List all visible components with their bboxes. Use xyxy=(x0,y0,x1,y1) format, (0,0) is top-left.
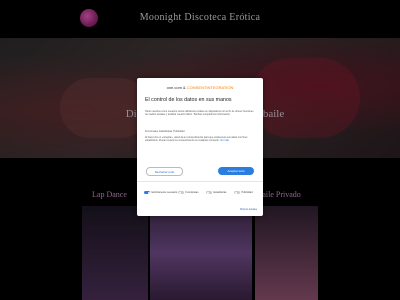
toggle-switch[interactable] xyxy=(234,191,240,194)
consent-more-link[interactable]: Ver más xyxy=(220,139,229,142)
toggle-switch[interactable] xyxy=(206,191,212,194)
toggle-label: Publicidad xyxy=(241,191,253,194)
toggle-switch[interactable] xyxy=(178,191,184,194)
consent-body: Tanto nuestros como nuestros socios util… xyxy=(145,110,254,117)
toggle-switch[interactable] xyxy=(144,191,150,194)
consent-body-2: Al hacer clic en «Aceptar», usted da su … xyxy=(145,136,255,142)
brand-prefix: one.com xyxy=(166,85,182,90)
brand-suffix: CONSENTINTEGRATION xyxy=(186,85,234,90)
toggle-label: Funcionales xyxy=(185,191,199,194)
consent-toggles: Estrictamente necesario Funcionales Esta… xyxy=(144,191,258,201)
consent-title: El control de los datos en sus manos xyxy=(145,97,232,103)
toggle-advertising[interactable]: Publicidad xyxy=(234,191,253,194)
cookie-consent-dialog: one.com & CONSENTINTEGRATION El control … xyxy=(137,78,263,216)
reject-all-button[interactable]: Rechazar todo xyxy=(146,167,183,176)
toggle-functional[interactable]: Funcionales xyxy=(178,191,198,194)
toggle-label: Estrictamente necesario xyxy=(151,191,178,194)
toggle-necessary[interactable]: Estrictamente necesario xyxy=(144,191,177,194)
consent-body-2-text: Al hacer clic en «Aceptar», usted da su … xyxy=(145,136,248,143)
consent-brand: one.com & CONSENTINTEGRATION xyxy=(137,85,263,90)
accept-all-button[interactable]: Aceptar todo xyxy=(218,167,254,175)
toggle-statistics[interactable]: Estadísticas xyxy=(206,191,226,194)
consent-purposes: Funcionales, Estadísticas, Publicidad xyxy=(145,130,185,133)
show-details-link[interactable]: Mostrar detalles xyxy=(240,208,257,211)
toggle-label: Estadísticas xyxy=(213,191,227,194)
consent-divider xyxy=(137,181,263,182)
